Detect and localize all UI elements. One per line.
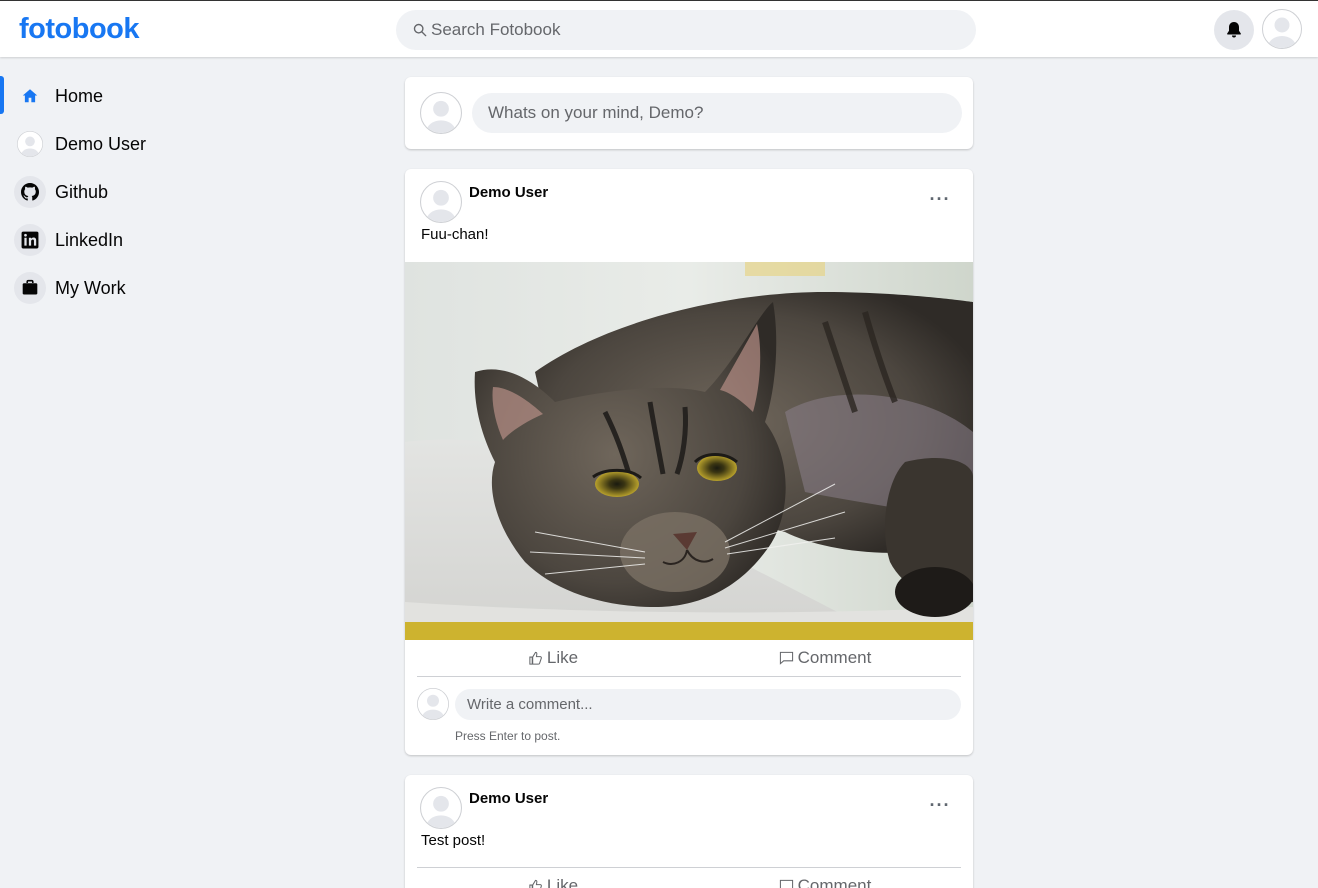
left-sidebar: Home Demo User Github LinkedIn My Work	[0, 72, 320, 312]
sidebar-item-linkedin[interactable]: LinkedIn	[0, 216, 320, 264]
sidebar-item-github[interactable]: Github	[0, 168, 320, 216]
comment-icon	[779, 651, 793, 665]
post-composer: Whats on your mind, Demo?	[405, 77, 973, 149]
bell-icon	[1227, 22, 1241, 38]
post-image[interactable]	[405, 262, 973, 640]
more-options-icon[interactable]: ···	[925, 184, 955, 214]
briefcase-icon	[14, 272, 46, 304]
sidebar-item-label: Home	[55, 85, 104, 106]
search-icon	[413, 23, 427, 37]
more-options-icon[interactable]: ···	[925, 790, 955, 820]
comment-label: Comment	[797, 876, 872, 888]
comment-icon	[779, 879, 793, 888]
search-input[interactable]	[431, 20, 931, 40]
thumbs-up-icon	[529, 879, 542, 888]
sidebar-item-label: Github	[55, 181, 109, 202]
post-author[interactable]: Demo User	[469, 790, 548, 807]
avatar[interactable]	[420, 787, 462, 829]
linkedin-icon	[14, 224, 46, 256]
sidebar-item-label: My Work	[55, 277, 126, 298]
like-button[interactable]: Like	[417, 640, 689, 676]
sidebar-item-home[interactable]: Home	[0, 72, 320, 120]
sidebar-item-demo-user[interactable]: Demo User	[0, 120, 320, 168]
sidebar-item-label: Demo User	[55, 133, 147, 154]
sidebar-item-label: LinkedIn	[55, 229, 124, 250]
avatar	[420, 92, 462, 134]
post-actions: Like Comment	[417, 867, 961, 888]
account-avatar[interactable]	[1262, 9, 1302, 49]
create-post-input[interactable]: Whats on your mind, Demo?	[472, 93, 962, 133]
notifications-button[interactable]	[1214, 10, 1254, 50]
comment-input[interactable]: Write a comment...	[455, 689, 961, 720]
home-icon	[14, 80, 46, 112]
thumbs-up-icon	[529, 651, 542, 665]
github-icon	[14, 176, 46, 208]
avatar	[14, 128, 46, 160]
post-actions: Like Comment	[417, 640, 961, 677]
post-card: Demo User ··· Test post! Like Comment	[405, 775, 973, 888]
top-navigation-bar: fotobook	[0, 0, 1318, 57]
avatar[interactable]	[420, 181, 462, 223]
like-button[interactable]: Like	[417, 868, 689, 888]
post-author[interactable]: Demo User	[469, 184, 548, 201]
comment-button[interactable]: Comment	[689, 640, 961, 676]
post-text: Fuu-chan!	[421, 226, 489, 243]
avatar	[417, 688, 449, 720]
search-bar[interactable]	[396, 10, 976, 50]
like-label: Like	[546, 876, 579, 888]
comment-hint: Press Enter to post.	[455, 729, 561, 743]
like-label: Like	[546, 648, 579, 667]
fotobook-logo[interactable]: fotobook	[19, 13, 140, 46]
comment-label: Comment	[797, 648, 872, 667]
comment-button[interactable]: Comment	[689, 868, 961, 888]
sidebar-item-my-work[interactable]: My Work	[0, 264, 320, 312]
post-card: Demo User ··· Fuu-chan! Like Comment Wri…	[405, 169, 973, 755]
post-text: Test post!	[421, 832, 486, 849]
